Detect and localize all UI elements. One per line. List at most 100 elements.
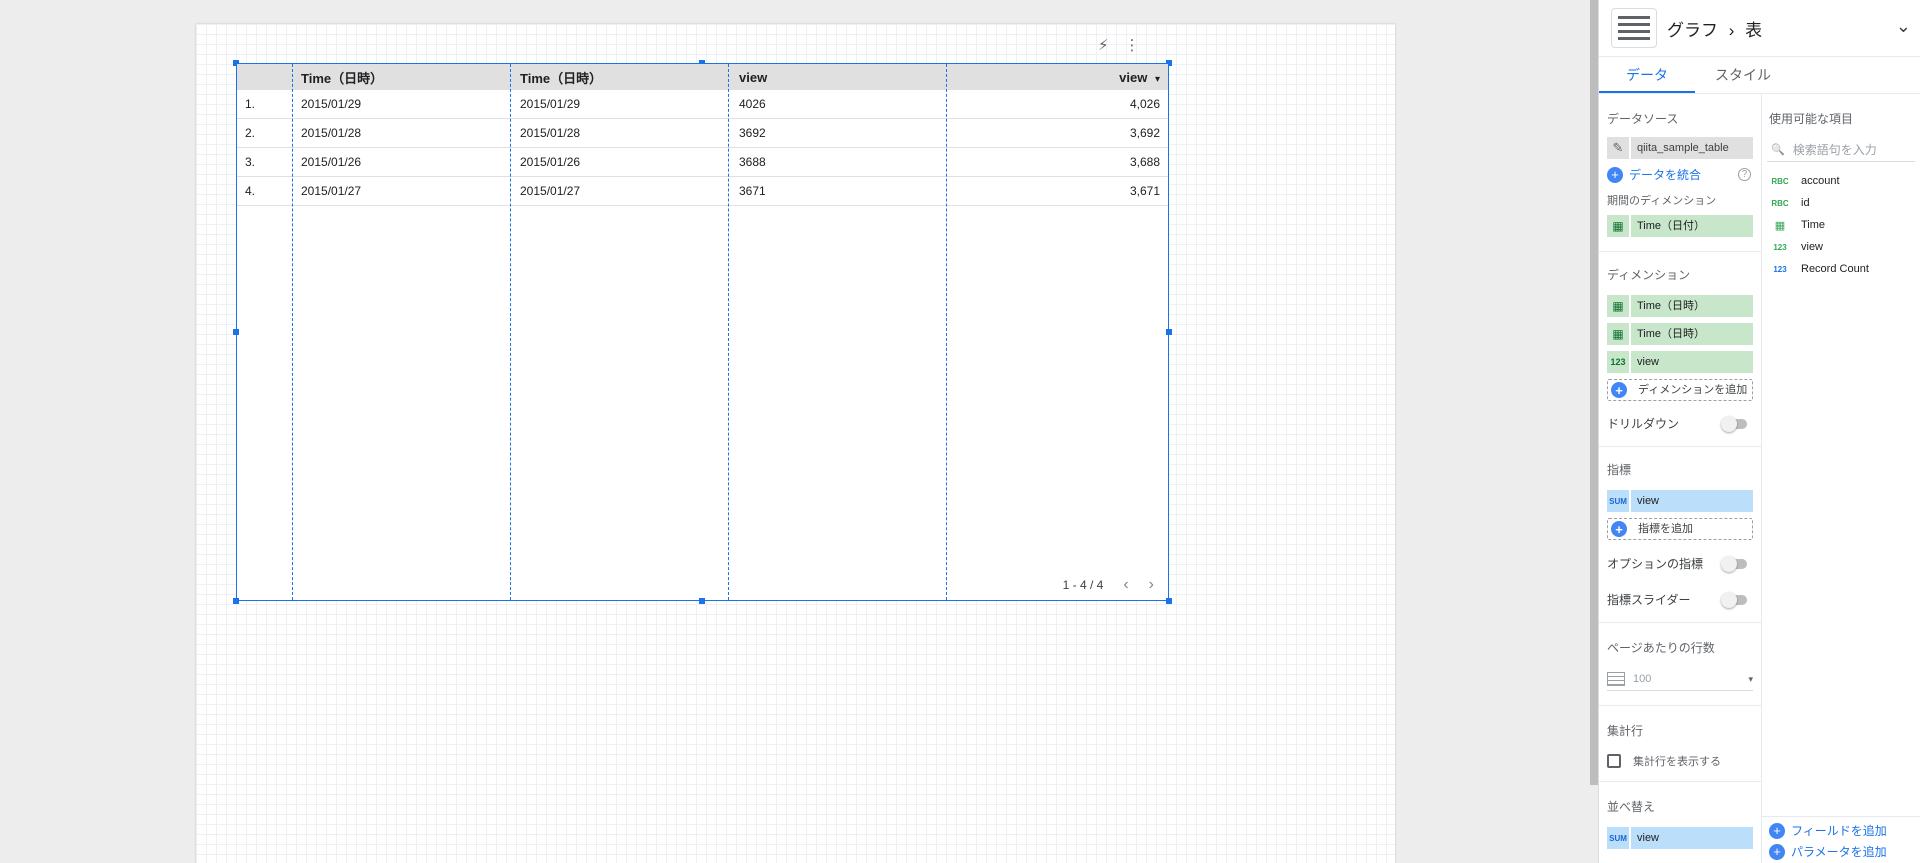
field-list: RBC account RBC id ▦ Time 123 view 123 R… — [1761, 170, 1920, 280]
report-canvas: ⚡ ⋮ Time（日時） Time（日時） view view ▾ 1. 201… — [0, 0, 1590, 863]
plus-icon: + — [1608, 518, 1630, 540]
data-source-name: qiita_sample_table — [1631, 137, 1753, 159]
resize-handle-se[interactable] — [1166, 598, 1172, 604]
resize-handle-sw[interactable] — [233, 598, 239, 604]
rows-per-page-select[interactable]: 100 ▾ — [1607, 668, 1753, 691]
header-time-datetime-2[interactable]: Time（日時） — [512, 64, 731, 90]
field-name: Record Count — [1801, 263, 1869, 275]
add-metric-button[interactable]: + 指標を追加 — [1607, 518, 1753, 540]
data-source-title: データソース — [1607, 112, 1679, 126]
metric-slider-row: 指標スライダー — [1599, 591, 1761, 608]
number-type-icon: 123 — [1607, 351, 1629, 373]
summary-row-checkbox-label: 集計行を表示する — [1633, 756, 1721, 768]
panel-header: グラフ › 表 ⌄ — [1599, 0, 1920, 57]
cell-view-dimension: 3692 — [731, 118, 950, 148]
column-divider[interactable] — [510, 64, 511, 600]
calendar-icon: ▦ — [1607, 323, 1629, 345]
table-rows-icon — [1607, 672, 1625, 686]
text-type-icon: RBC — [1771, 176, 1789, 186]
help-icon[interactable]: ? — [1738, 168, 1751, 181]
add-field-button[interactable]: + フィールドを追加 — [1761, 822, 1895, 839]
add-dimension-label: ディメンションを追加 — [1638, 384, 1748, 396]
table-row: 2. 2015/01/28 2015/01/28 3692 3,692 — [237, 118, 1168, 148]
add-dimension-button[interactable]: + ディメンションを追加 — [1607, 379, 1753, 401]
next-page-icon[interactable]: › — [1149, 576, 1154, 594]
field-item-account[interactable]: RBC account — [1761, 170, 1920, 192]
column-divider[interactable] — [946, 64, 947, 600]
metric-chip[interactable]: SUM view — [1607, 490, 1753, 512]
resize-handle-e[interactable] — [1166, 329, 1172, 335]
pagination-label: 1 - 4 / 4 — [1062, 578, 1104, 592]
breadcrumb-separator-icon: › — [1728, 20, 1735, 40]
edit-icon[interactable]: ✎ — [1607, 137, 1629, 159]
field-item-time[interactable]: ▦ Time — [1761, 214, 1920, 236]
blend-data-button[interactable]: + データを統合 — [1607, 166, 1701, 183]
sum-aggregation-icon[interactable]: SUM — [1607, 490, 1629, 512]
field-search[interactable]: 🔍 検索語句を入力 — [1767, 137, 1915, 162]
field-item-view[interactable]: 123 view — [1761, 236, 1920, 258]
more-options-icon[interactable]: ⋮ — [1125, 36, 1140, 54]
column-divider[interactable] — [292, 64, 293, 600]
plus-icon: + — [1608, 379, 1630, 401]
row-index: 3. — [237, 147, 293, 177]
tab-style[interactable]: スタイル — [1695, 57, 1791, 93]
dimension-chip[interactable]: 123 view — [1607, 351, 1753, 373]
chart-toolbar: ⚡ ⋮ — [1098, 36, 1140, 54]
summary-row-title: 集計行 — [1607, 724, 1644, 738]
prev-page-icon[interactable]: ‹ — [1123, 576, 1128, 594]
data-source-chip[interactable]: ✎ qiita_sample_table — [1607, 137, 1753, 159]
sort-title: 並べ替え — [1607, 800, 1656, 814]
sort-field-label: view — [1631, 827, 1753, 849]
dimension-chip[interactable]: ▦ Time（日時） — [1607, 323, 1753, 345]
resize-handle-s[interactable] — [699, 598, 705, 604]
header-time-datetime-1[interactable]: Time（日時） — [293, 64, 512, 90]
search-icon: 🔍 — [1771, 143, 1785, 156]
table-row: 4. 2015/01/27 2015/01/27 3671 3,671 — [237, 176, 1168, 206]
add-parameter-button[interactable]: + パラメータを追加 — [1761, 843, 1895, 860]
table-chart[interactable]: Time（日時） Time（日時） view view ▾ 1. 2015/01… — [233, 60, 1172, 604]
table-header-row: Time（日時） Time（日時） view view ▾ — [237, 64, 1168, 90]
dimension-chip[interactable]: ▦ Time（日時） — [1607, 295, 1753, 317]
table-chart-icon[interactable] — [1611, 8, 1657, 48]
bolt-icon[interactable]: ⚡ — [1098, 36, 1109, 54]
breadcrumb: グラフ › 表 — [1667, 16, 1762, 41]
resize-handle-w[interactable] — [233, 329, 239, 335]
dropdown-caret-icon: ▾ — [1748, 673, 1753, 684]
field-name: account — [1801, 175, 1840, 187]
field-name: view — [1801, 241, 1824, 253]
section-divider — [1599, 705, 1761, 706]
tab-data[interactable]: データ — [1599, 57, 1695, 93]
text-type-icon: RBC — [1771, 198, 1789, 208]
cell-time-1: 2015/01/28 — [293, 118, 512, 148]
available-fields-column: 使用可能な項目 🔍 検索語句を入力 RBC account RBC id ▦ T… — [1761, 94, 1920, 863]
header-view-metric-label: view — [1119, 69, 1148, 85]
drilldown-label: ドリルダウン — [1607, 417, 1680, 431]
sum-aggregation-icon[interactable]: SUM — [1607, 827, 1629, 849]
section-divider — [1599, 622, 1761, 623]
metric-slider-toggle[interactable] — [1721, 591, 1747, 608]
header-view-dimension[interactable]: view — [731, 64, 950, 90]
column-divider[interactable] — [728, 64, 729, 600]
drilldown-toggle[interactable] — [1721, 415, 1747, 432]
field-item-id[interactable]: RBC id — [1761, 192, 1920, 214]
cell-view-dimension: 4026 — [731, 90, 950, 119]
calendar-icon: ▦ — [1607, 295, 1629, 317]
sort-desc-icon[interactable]: ▾ — [1155, 74, 1160, 85]
field-item-record-count[interactable]: 123 Record Count — [1761, 258, 1920, 280]
add-parameter-label: パラメータを追加 — [1791, 845, 1887, 859]
sort-chip[interactable]: SUM view — [1607, 827, 1753, 849]
drilldown-row: ドリルダウン — [1599, 415, 1761, 432]
date-range-dimension-title: 期間のディメンション — [1607, 195, 1717, 207]
cell-time-2: 2015/01/27 — [512, 176, 731, 206]
header-view-metric[interactable]: view ▾ — [950, 64, 1168, 90]
summary-row-checkbox[interactable] — [1607, 754, 1621, 768]
dimension-label: Time（日時） — [1631, 323, 1753, 345]
collapse-panel-icon[interactable]: ⌄ — [1896, 16, 1911, 37]
row-index: 2. — [237, 118, 293, 148]
panel-scrollbar[interactable] — [1590, 0, 1598, 785]
optional-metrics-toggle[interactable] — [1721, 555, 1747, 572]
rows-per-page-value: 100 — [1633, 673, 1652, 685]
optional-metrics-row: オプションの指標 — [1599, 555, 1761, 572]
add-field-label: フィールドを追加 — [1791, 824, 1887, 838]
date-range-dimension-chip[interactable]: ▦ Time（日付） — [1607, 215, 1753, 237]
